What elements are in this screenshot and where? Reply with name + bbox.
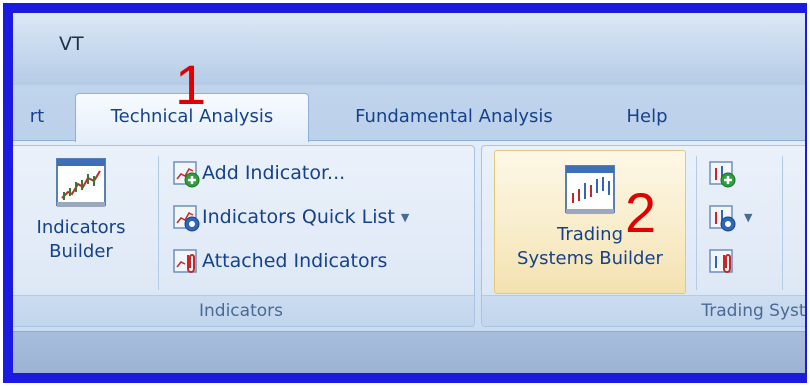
add-indicator-icon	[173, 160, 200, 187]
chart-builder-icon	[56, 158, 106, 207]
group-separator	[782, 156, 783, 290]
attached-indicators-icon	[173, 248, 197, 273]
indicators-group: Indicators Builder Add Indicator... Indi…	[13, 145, 475, 327]
indicators-builder-button[interactable]: Indicators Builder	[14, 156, 148, 296]
add-system-button[interactable]	[708, 158, 738, 188]
attached-systems-icon	[709, 248, 733, 273]
indicators-quick-list-button[interactable]: Indicators Quick List ▼	[172, 202, 409, 232]
indicators-group-label: Indicators	[13, 295, 474, 326]
add-indicator-label: Add Indicator...	[202, 162, 346, 184]
tab-report-partial[interactable]: rt	[13, 99, 63, 140]
trading-systems-group-label: Trading Syste	[482, 295, 805, 326]
trading-systems-builder-icon	[565, 165, 615, 214]
tab-help[interactable]: Help	[609, 99, 685, 140]
attached-indicators-button[interactable]: Attached Indicators	[172, 246, 387, 276]
chevron-down-icon[interactable]: ▼	[401, 211, 409, 224]
quick-list-label: Indicators Quick List	[202, 206, 395, 228]
trading-systems-builder-button[interactable]: Trading Systems Builder	[494, 150, 686, 294]
chevron-down-icon[interactable]: ▼	[744, 211, 752, 224]
quick-list-icon	[173, 204, 200, 231]
add-indicator-button[interactable]: Add Indicator...	[172, 158, 345, 188]
trading-systems-builder-label-2: Systems Builder	[517, 248, 663, 269]
system-list-button[interactable]: ▼	[708, 202, 752, 232]
window-title: VT	[59, 33, 84, 55]
app-window: VT rt Technical Analysis Fundamental Ana…	[13, 13, 805, 373]
group-separator	[158, 156, 159, 290]
annotation-number-1: 1	[175, 53, 207, 116]
add-system-icon	[709, 160, 736, 187]
status-bar	[13, 331, 805, 373]
tab-fundamental-analysis[interactable]: Fundamental Analysis	[331, 99, 577, 140]
indicators-builder-label-2: Builder	[49, 241, 113, 262]
system-list-icon	[709, 204, 736, 231]
annotation-number-2: 2	[625, 181, 657, 244]
attached-indicators-label: Attached Indicators	[202, 250, 388, 272]
indicators-builder-label-1: Indicators	[36, 217, 126, 238]
annotation-frame: VT rt Technical Analysis Fundamental Ana…	[3, 3, 807, 383]
ribbon-panel: Indicators Builder Add Indicator... Indi…	[13, 140, 805, 331]
trading-systems-builder-label-1: Trading	[556, 224, 624, 245]
title-bar: VT	[13, 13, 805, 85]
group-separator	[696, 156, 697, 290]
attached-systems-button[interactable]	[708, 246, 738, 276]
ribbon-tab-row: rt Technical Analysis Fundamental Analys…	[13, 85, 805, 142]
